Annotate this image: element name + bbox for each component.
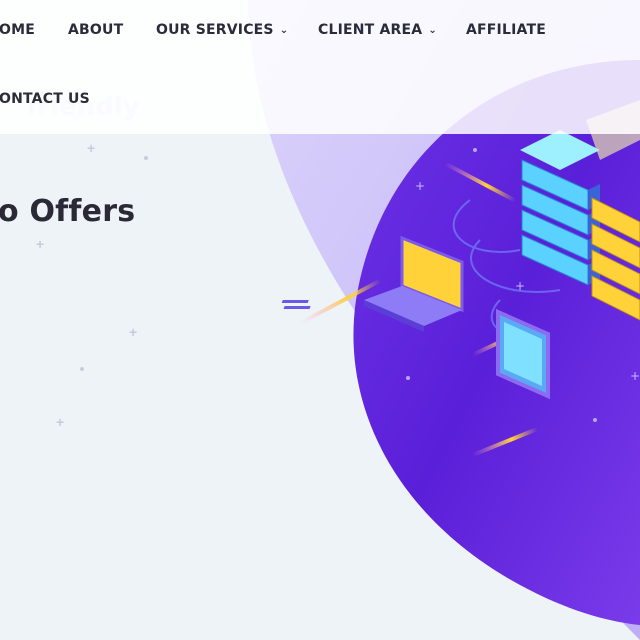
nav-item-about[interactable]: ABOUT	[68, 22, 123, 38]
svg-text:+: +	[630, 369, 640, 383]
sparkle-icon: +	[129, 324, 138, 340]
nav-item-contact-us[interactable]: ONTACT US	[0, 91, 90, 107]
sparkle-icon: +	[56, 414, 65, 430]
nav-item-our-services[interactable]: OUR SERVICES ⌄	[156, 22, 288, 38]
svg-text:+: +	[515, 279, 525, 293]
nav-item-client-area[interactable]: CLIENT AREA ⌄	[318, 22, 437, 38]
nav-item-label: OME	[0, 22, 35, 38]
nav-item-label: CLIENT AREA	[318, 22, 423, 38]
chevron-down-icon: ⌄	[279, 25, 289, 36]
nav-item-home[interactable]: OME	[0, 22, 35, 38]
nav-item-label: ONTACT US	[0, 91, 90, 107]
nav-item-affiliate[interactable]: AFFILIATE	[466, 22, 546, 38]
svg-text:+: +	[415, 179, 425, 193]
chevron-down-icon: ⌄	[428, 25, 437, 36]
decor-dot	[80, 367, 84, 371]
main-nav: OME ABOUT OUR SERVICES ⌄ CLIENT AREA ⌄ AFF…	[0, 0, 640, 134]
nav-row: OME ABOUT OUR SERVICES ⌄ CLIENT AREA ⌄ AFF…	[0, 0, 640, 62]
nav-item-label: OUR SERVICES	[156, 22, 274, 38]
nav-item-label: ABOUT	[68, 22, 124, 38]
nav-item-label: AFFILIATE	[466, 22, 546, 38]
decor-dot	[144, 156, 148, 160]
sparkle-icon: +	[36, 236, 45, 252]
hero-title: o Offers	[0, 194, 136, 229]
sparkle-icon: +	[87, 140, 96, 156]
